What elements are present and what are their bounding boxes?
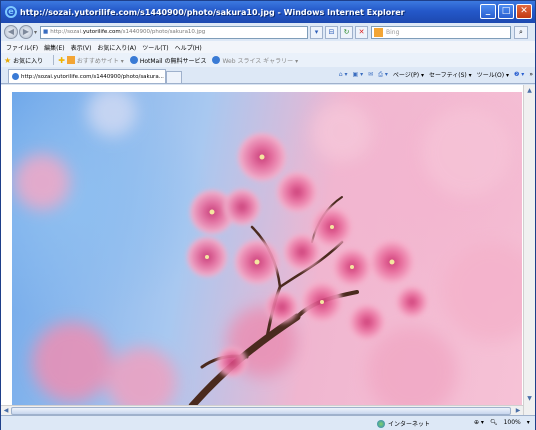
window-title: http://sozai.yutorilife.com/s1440900/pho…	[20, 7, 405, 17]
horizontal-scroll-thumb[interactable]	[11, 407, 511, 415]
status-bar: インターネット ⊕ ▾ 🔍︎ 100% ▾	[1, 415, 535, 430]
tools-menu[interactable]: ツール(O) ▾	[477, 70, 509, 79]
fav-hotmail[interactable]: HotMail の無料サービス	[140, 56, 207, 65]
favorites-bar: ★ お気に入り ✚ おすすめサイト ▾ HotMail の無料サービス Web …	[1, 53, 535, 67]
forward-button[interactable]: ▶	[19, 25, 33, 39]
close-button[interactable]: ✕	[516, 4, 532, 19]
window-controls: _ □ ✕	[480, 4, 532, 19]
zone-label: インターネット	[388, 421, 431, 428]
ie-logo-icon: e	[5, 6, 17, 18]
zoom-icon: 🔍︎	[489, 419, 498, 426]
home-icon[interactable]: ⌂ ▾	[339, 71, 348, 78]
fav-suggested-sites[interactable]: おすすめサイト ▾	[77, 56, 124, 65]
mail-icon[interactable]: ✉	[368, 71, 373, 78]
title-bar[interactable]: e http://sozai.yutorilife.com/s1440900/p…	[1, 1, 535, 23]
command-bar: ⌂ ▾ ▣ ▾ ✉ ⎙ ▾ ページ(P) ▾ セーフティ(S) ▾ ツール(O)…	[339, 70, 533, 80]
address-dropdown-button[interactable]: ▾	[310, 25, 324, 39]
url-domain: yutorilife.com	[82, 29, 121, 35]
address-row: ◀ ▶ ▾ ■ http://sozai. yutorilife.com/s144…	[1, 23, 535, 41]
safety-menu[interactable]: セーフティ(S) ▾	[429, 70, 472, 79]
protected-mode-icon[interactable]: ⊕ ▾	[474, 419, 484, 426]
menu-edit[interactable]: 編集(E)	[44, 43, 64, 52]
globe-icon	[377, 419, 385, 428]
minimize-button[interactable]: _	[480, 4, 496, 19]
help-icon[interactable]: ❷ ▾	[514, 71, 524, 78]
feeds-icon[interactable]: ▣ ▾	[353, 71, 364, 78]
scroll-down-icon[interactable]: ▼	[524, 393, 535, 404]
search-box[interactable]: Bing	[371, 25, 512, 39]
tab-label: http://sozai.yutorilife.com/s1440900/pho…	[21, 73, 164, 80]
url-suffix: /s1440900/photo/sakura10.jpg	[120, 29, 206, 35]
more-chevron-icon[interactable]: »	[529, 71, 533, 78]
menu-file[interactable]: ファイル(F)	[6, 43, 38, 52]
sakura-photo[interactable]	[12, 92, 522, 406]
sakura-photo-image	[14, 92, 522, 406]
search-icon[interactable]: ⌕	[514, 25, 529, 39]
tab-ie-icon	[12, 73, 19, 80]
address-bar[interactable]: ■ http://sozai. yutorilife.com/s1440900/p…	[40, 25, 309, 39]
url-prefix: http://sozai.	[50, 29, 83, 35]
page-content	[1, 85, 535, 415]
page-icon: ■	[43, 29, 49, 35]
scroll-up-icon[interactable]: ▲	[524, 85, 535, 96]
suggested-sites-icon	[66, 56, 75, 64]
tab-active[interactable]: http://sozai.yutorilife.com/s1440900/pho…	[8, 69, 166, 83]
add-favorite-icon[interactable]: ✚	[58, 56, 65, 65]
menu-favorites[interactable]: お気に入り(A)	[97, 43, 136, 52]
horizontal-scrollbar[interactable]: ◀ ▶	[1, 405, 523, 415]
tab-row: http://sozai.yutorilife.com/s1440900/pho…	[1, 67, 535, 84]
zoom-dropdown-icon[interactable]: ▾	[527, 419, 530, 426]
page-menu[interactable]: ページ(P) ▾	[393, 70, 424, 79]
vertical-scrollbar[interactable]: ▲ ▼	[523, 85, 535, 415]
fav-web-slice-gallery[interactable]: Web スライス ギャラリー ▾	[222, 56, 298, 65]
hotmail-icon	[129, 56, 138, 64]
security-zone[interactable]: インターネット	[377, 419, 430, 428]
back-button[interactable]: ◀	[4, 25, 18, 39]
browser-window: e http://sozai.yutorilife.com/s1440900/p…	[0, 0, 536, 430]
compat-view-button[interactable]: ⊟	[325, 25, 339, 39]
stop-button[interactable]: ✕	[355, 25, 369, 39]
search-placeholder: Bing	[386, 28, 400, 36]
menu-tools[interactable]: ツール(T)	[142, 43, 168, 52]
refresh-button[interactable]: ↻	[340, 25, 354, 39]
menu-view[interactable]: 表示(V)	[71, 43, 92, 52]
favorites-star-icon[interactable]: ★	[4, 56, 11, 65]
zoom-level: 100%	[503, 419, 521, 426]
new-tab-button[interactable]	[166, 71, 182, 83]
bing-icon	[374, 27, 384, 37]
menu-bar: ファイル(F) 編集(E) 表示(V) お気に入り(A) ツール(T) ヘルプ(…	[1, 41, 535, 53]
print-icon[interactable]: ⎙ ▾	[378, 71, 388, 79]
history-dropdown-icon[interactable]: ▾	[34, 29, 37, 36]
favorites-label[interactable]: お気に入り	[13, 56, 43, 65]
separator	[53, 55, 55, 65]
zoom-control[interactable]: ⊕ ▾ 🔍︎ 100% ▾	[474, 419, 530, 426]
web-slice-icon	[212, 56, 221, 64]
menu-help[interactable]: ヘルプ(H)	[175, 43, 202, 52]
maximize-button[interactable]: □	[498, 4, 514, 19]
